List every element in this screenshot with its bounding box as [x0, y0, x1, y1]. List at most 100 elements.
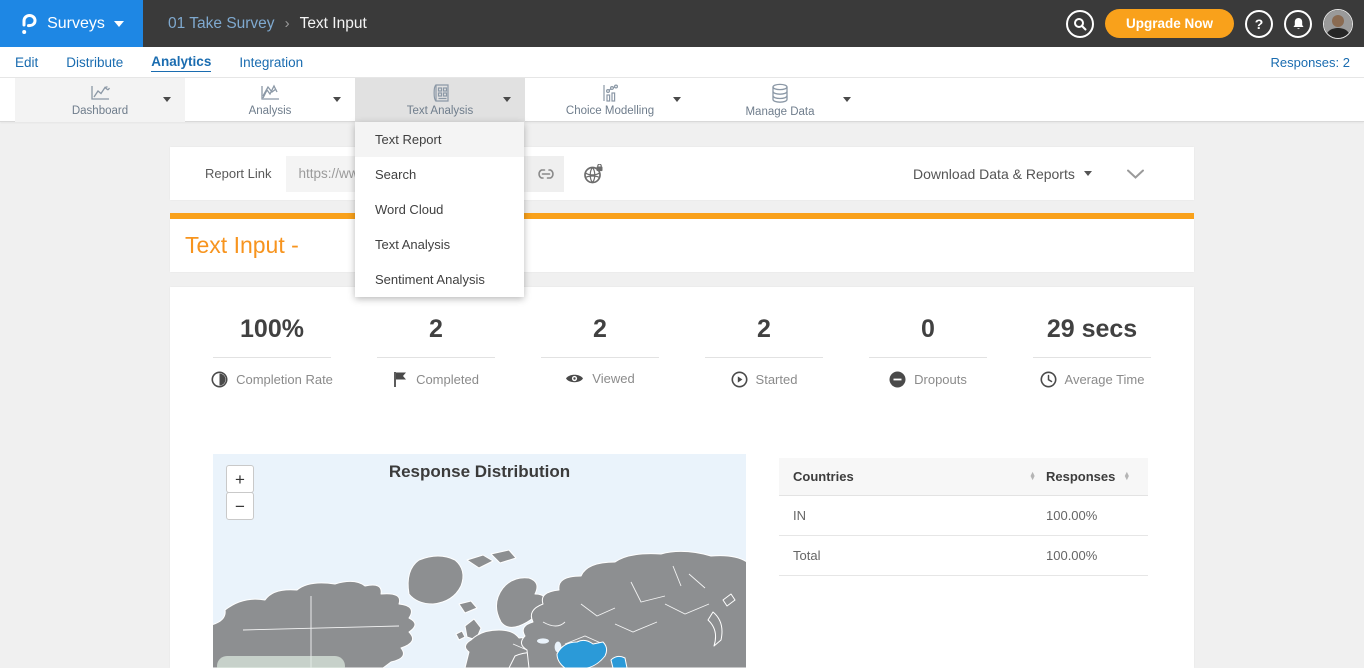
- table-row: IN 100.00%: [779, 496, 1148, 536]
- public-report-button[interactable]: [583, 164, 605, 184]
- stat-label: Dropouts: [914, 372, 967, 387]
- tab-text-analysis[interactable]: Text Analysis: [355, 78, 525, 122]
- stat-label: Completed: [416, 372, 479, 387]
- tab-choice-modelling[interactable]: Choice Modelling: [525, 78, 695, 122]
- stat-average-time: 29 secs Average Time: [1010, 315, 1174, 388]
- product-switcher[interactable]: Surveys: [0, 0, 143, 47]
- top-bar: Surveys 01 Take Survey › Text Input Upgr…: [0, 0, 1364, 47]
- nav-item-analytics[interactable]: Analytics: [151, 52, 211, 72]
- stat-value: 2: [682, 315, 846, 344]
- column-header-countries[interactable]: Countries: [793, 469, 854, 484]
- column-header-responses[interactable]: Responses: [1046, 469, 1115, 484]
- caret-down-icon[interactable]: [673, 97, 681, 102]
- stat-value: 2: [354, 315, 518, 344]
- countries-table: Countries ▲▼ Responses ▲▼ IN 100.00% Tot…: [779, 458, 1148, 576]
- tab-label: Choice Modelling: [566, 105, 654, 117]
- menu-item-word-cloud[interactable]: Word Cloud: [355, 192, 524, 227]
- country-responses: 100.00%: [1046, 508, 1148, 523]
- map-attribution: [217, 656, 345, 668]
- tab-manage-data[interactable]: Manage Data: [695, 78, 865, 122]
- accent-bar: [170, 213, 1194, 219]
- caret-down-icon[interactable]: [843, 97, 851, 102]
- scatter-chart-icon: [598, 83, 622, 103]
- flag-icon: [393, 371, 408, 387]
- stat-dropouts: 0 Dropouts: [846, 315, 1010, 388]
- nav-item-edit[interactable]: Edit: [15, 53, 38, 72]
- report-page-icon: [428, 83, 452, 103]
- collapse-panel-button[interactable]: [1126, 168, 1145, 180]
- question-title-card: Text Input -: [170, 219, 1194, 272]
- eye-icon: [565, 372, 584, 385]
- bell-icon: [1292, 17, 1305, 31]
- analytics-card: 100% Completion Rate 2 Completed: [170, 287, 1194, 668]
- half-pie-icon: [211, 371, 228, 388]
- stat-value: 100%: [190, 315, 354, 344]
- topbar-actions: Upgrade Now ?: [1066, 0, 1353, 47]
- tab-label: Text Analysis: [407, 105, 473, 117]
- stat-started: 2 Started: [682, 315, 846, 388]
- tab-label: Dashboard: [72, 105, 128, 117]
- caret-down-icon[interactable]: [163, 97, 171, 102]
- tab-dashboard[interactable]: Dashboard: [15, 78, 185, 122]
- stat-label: Completion Rate: [236, 372, 333, 387]
- multi-line-chart-icon: [258, 84, 282, 103]
- table-row-total: Total 100.00%: [779, 536, 1148, 576]
- minus-circle-icon: [889, 371, 906, 388]
- stat-label: Viewed: [592, 371, 634, 386]
- tab-analysis[interactable]: Analysis: [185, 78, 355, 122]
- database-icon: [768, 83, 792, 104]
- notifications-button[interactable]: [1284, 10, 1312, 38]
- tab-label: Analysis: [249, 105, 292, 117]
- stat-value: 0: [846, 315, 1010, 344]
- map-zoom-controls: + −: [226, 465, 254, 520]
- menu-item-sentiment-analysis[interactable]: Sentiment Analysis: [355, 262, 524, 297]
- map-zoom-out-button[interactable]: −: [226, 492, 254, 520]
- analytics-toolbar: Dashboard Analysis Text Analysis Choice …: [0, 78, 1364, 122]
- responses-count[interactable]: Responses: 2: [1271, 55, 1351, 70]
- chain-link-icon: [536, 168, 556, 180]
- report-link-label: Report Link: [205, 166, 271, 181]
- globe-lock-icon: [583, 164, 605, 184]
- download-data-reports-label: Download Data & Reports: [913, 166, 1075, 182]
- caret-down-icon[interactable]: [503, 97, 511, 102]
- country-name: Total: [779, 548, 1046, 563]
- menu-item-text-analysis[interactable]: Text Analysis: [355, 227, 524, 262]
- nav-item-distribute[interactable]: Distribute: [66, 53, 123, 72]
- stats-row: 100% Completion Rate 2 Completed: [170, 287, 1194, 388]
- menu-item-search[interactable]: Search: [355, 157, 524, 192]
- play-circle-icon: [731, 371, 748, 388]
- map-zoom-in-button[interactable]: +: [226, 465, 254, 493]
- breadcrumb-survey-name[interactable]: 01 Take Survey: [168, 15, 275, 33]
- stat-value: 29 secs: [1010, 315, 1174, 344]
- search-button[interactable]: [1066, 10, 1094, 38]
- country-name: IN: [779, 508, 1046, 523]
- copy-link-button[interactable]: [527, 156, 564, 192]
- world-map[interactable]: [213, 454, 746, 668]
- response-distribution-map[interactable]: Response Distribution + −: [213, 454, 746, 668]
- question-title: Text Input -: [185, 232, 299, 259]
- sort-icon[interactable]: ▲▼: [1123, 473, 1130, 481]
- stat-completed: 2 Completed: [354, 315, 518, 388]
- menu-item-text-report[interactable]: Text Report: [355, 122, 524, 157]
- stat-label: Started: [756, 372, 798, 387]
- download-data-reports-menu[interactable]: Download Data & Reports: [913, 166, 1092, 182]
- breadcrumb: 01 Take Survey › Text Input: [168, 15, 367, 33]
- stat-viewed: 2 Viewed: [518, 315, 682, 388]
- upgrade-now-button[interactable]: Upgrade Now: [1105, 9, 1234, 38]
- user-avatar[interactable]: [1323, 9, 1353, 39]
- caret-down-icon[interactable]: [333, 97, 341, 102]
- brand-label: Surveys: [47, 15, 105, 33]
- line-chart-icon: [88, 84, 112, 103]
- stat-completion-rate: 100% Completion Rate: [190, 315, 354, 388]
- chevron-down-icon: [114, 21, 124, 27]
- report-link-bar: Report Link https://ww Download Data & R…: [170, 147, 1194, 200]
- question-mark-icon: ?: [1255, 16, 1264, 32]
- page: Surveys 01 Take Survey › Text Input Upgr…: [0, 0, 1364, 668]
- stat-label: Average Time: [1065, 372, 1145, 387]
- nav-item-integration[interactable]: Integration: [239, 53, 303, 72]
- breadcrumb-separator: ›: [285, 15, 290, 32]
- sort-icon[interactable]: ▲▼: [1029, 473, 1036, 481]
- country-responses: 100.00%: [1046, 548, 1148, 563]
- clock-icon: [1040, 371, 1057, 388]
- help-button[interactable]: ?: [1245, 10, 1273, 38]
